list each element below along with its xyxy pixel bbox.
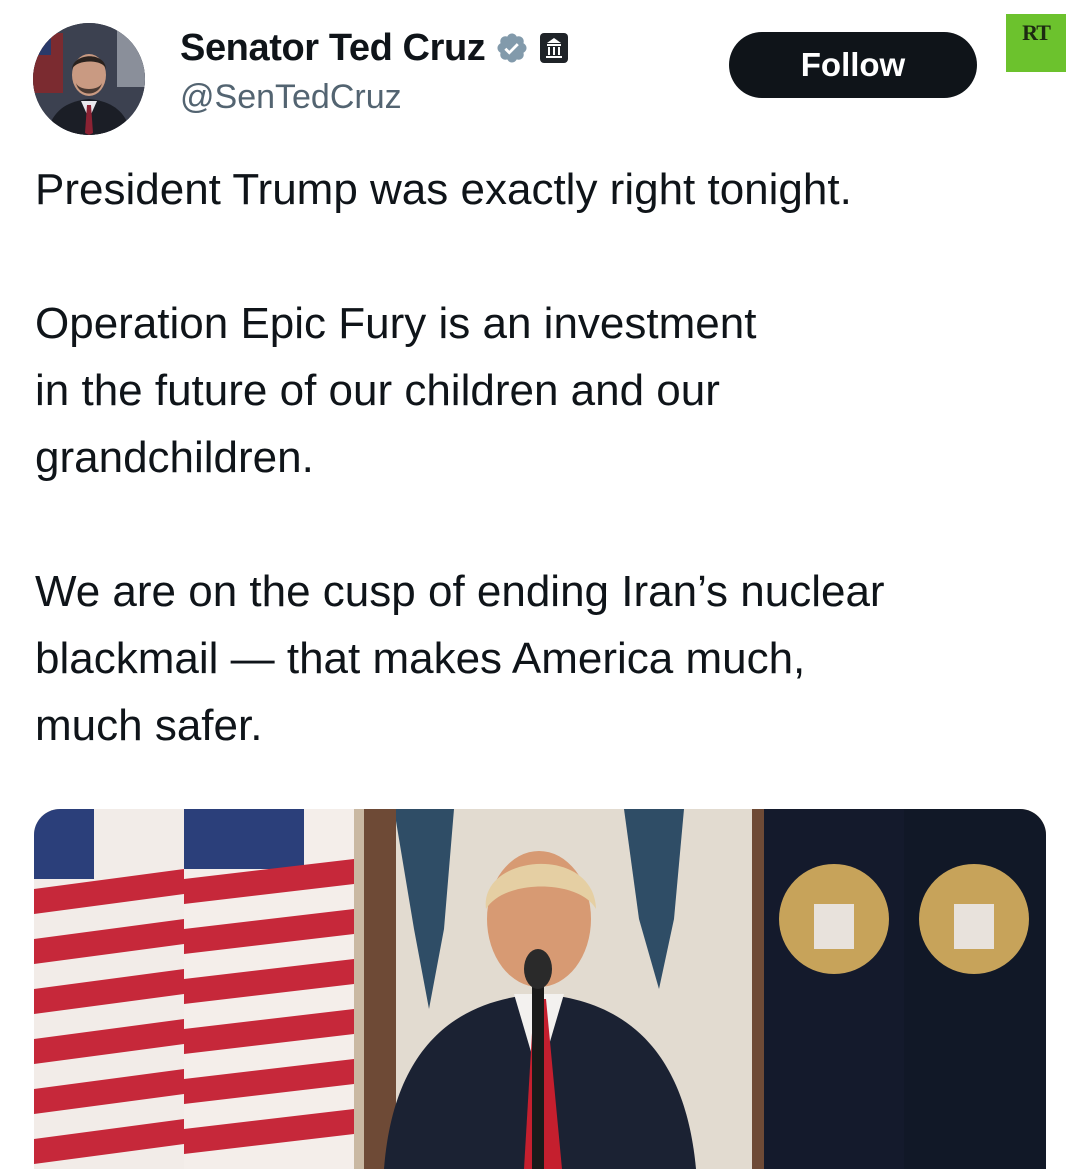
tweet-paragraph-3: We are on the cusp of ending Iran’s nucl… [35,567,885,750]
speaker-photo [34,809,1046,1169]
rt-watermark-logo: RT [1006,14,1066,72]
government-building-icon [539,32,569,64]
tweet-media-image[interactable] [34,809,1046,1169]
author-handle[interactable]: @SenTedCruz [180,78,402,117]
author-avatar[interactable] [33,23,145,135]
tweet-paragraph-1: President Trump was exactly right tonigh… [35,165,852,214]
author-display-name[interactable]: Senator Ted Cruz [180,27,486,70]
tweet-paragraph-2: Operation Epic Fury is an investment in … [35,299,757,482]
person-avatar-icon [33,23,145,135]
follow-button[interactable]: Follow [729,32,977,98]
verified-badge-icon [495,31,529,65]
author-name-row: Senator Ted Cruz [180,26,569,70]
